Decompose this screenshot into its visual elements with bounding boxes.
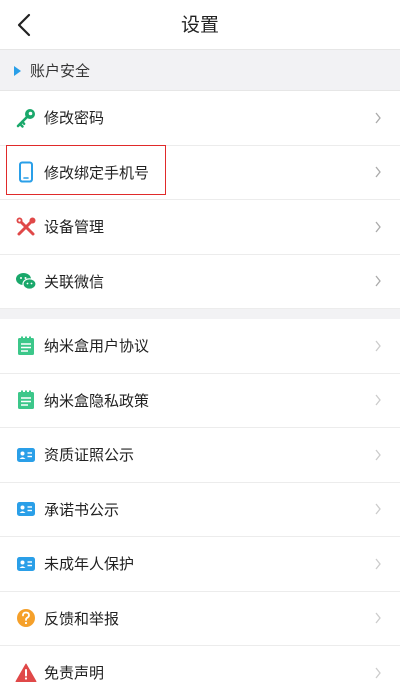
- settings-item-label: 修改密码: [44, 109, 105, 128]
- settings-item-user-agreement[interactable]: 纳米盒用户协议: [0, 319, 400, 374]
- key-icon: [15, 107, 37, 129]
- id-card-icon: [15, 444, 37, 466]
- notepad-icon: [15, 335, 37, 357]
- section-label: 账户安全: [30, 62, 91, 80]
- settings-item-disclaimer[interactable]: 免责声明: [0, 646, 400, 686]
- settings-item-label: 资质证照公示: [44, 446, 135, 465]
- settings-item-label: 修改绑定手机号: [44, 163, 150, 182]
- settings-item-change-password[interactable]: 修改密码: [0, 91, 400, 146]
- id-card-icon: [15, 498, 37, 520]
- settings-item-label: 纳米盒用户协议: [44, 337, 150, 356]
- settings-item-label: 反馈和举报: [44, 609, 120, 628]
- settings-item-device-management[interactable]: 设备管理: [0, 200, 400, 255]
- chevron-right-icon: [375, 275, 381, 287]
- settings-item-link-wechat[interactable]: 关联微信: [0, 255, 400, 309]
- chevron-right-icon: [375, 340, 381, 352]
- settings-item-privacy-policy[interactable]: 纳米盒隐私政策: [0, 374, 400, 428]
- settings-item-commitment-letter[interactable]: 承诺书公示: [0, 483, 400, 537]
- chevron-right-icon: [375, 558, 381, 570]
- chevron-right-icon: [375, 221, 381, 233]
- settings-item-label: 免责声明: [44, 664, 105, 683]
- chevron-right-icon: [375, 612, 381, 624]
- chevron-right-icon: [375, 449, 381, 461]
- chevron-right-icon: [375, 503, 381, 515]
- settings-item-label: 纳米盒隐私政策: [44, 391, 150, 410]
- chevron-right-icon: [375, 166, 381, 178]
- settings-item-change-phone[interactable]: 修改绑定手机号: [0, 146, 400, 200]
- chevron-right-icon: [375, 394, 381, 406]
- settings-item-label: 未成年人保护: [44, 555, 135, 574]
- chevron-right-icon: [375, 112, 381, 124]
- phone-icon: [15, 161, 37, 183]
- settings-item-qualification-license[interactable]: 资质证照公示: [0, 428, 400, 483]
- section-header-account-security: 账户安全: [0, 51, 400, 91]
- settings-item-minor-protection[interactable]: 未成年人保护: [0, 537, 400, 592]
- warning-icon: [15, 662, 37, 684]
- settings-item-label: 设备管理: [44, 218, 105, 237]
- settings-item-label: 承诺书公示: [44, 500, 120, 519]
- settings-item-feedback-report[interactable]: 反馈和举报: [0, 592, 400, 646]
- notepad-icon: [15, 389, 37, 411]
- id-card-icon: [15, 553, 37, 575]
- info-settings-group: 纳米盒用户协议 纳米盒隐私政策 资质证照公示 承诺书公示 未成年人保护 反馈和举…: [0, 319, 400, 686]
- account-settings-group: 修改密码 修改绑定手机号 设备管理 关联微信: [0, 91, 400, 309]
- group-spacer: [0, 309, 400, 319]
- top-bar: 设置: [0, 0, 400, 50]
- triangle-right-icon: [14, 65, 21, 76]
- settings-item-label: 关联微信: [44, 272, 105, 291]
- tools-icon: [15, 216, 37, 238]
- wechat-icon: [15, 270, 37, 292]
- page-title: 设置: [180, 14, 219, 36]
- chevron-right-icon: [375, 667, 381, 679]
- question-icon: [15, 607, 37, 629]
